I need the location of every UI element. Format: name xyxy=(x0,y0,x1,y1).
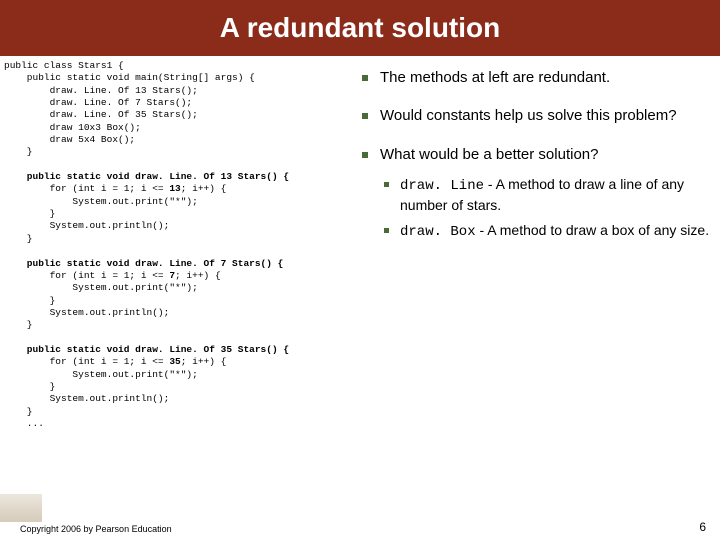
code-number: 35 xyxy=(169,356,180,367)
code-number: 13 xyxy=(169,183,180,194)
code-line: System.out.print("*"); xyxy=(4,369,198,380)
decoration-icon xyxy=(0,494,42,522)
code-line: } xyxy=(4,208,55,219)
code-line: System.out.println(); xyxy=(4,307,169,318)
copyright-text: Copyright 2006 by Pearson Education xyxy=(20,524,172,534)
code-line: System.out.println(); xyxy=(4,220,169,231)
bullet-item: The methods at left are redundant. xyxy=(358,68,712,88)
code-line: draw. Line. Of 13 Stars(); xyxy=(4,85,198,96)
code-line: for (int i = 1; i <= xyxy=(4,356,169,367)
code-line: public static void main(String[] args) { xyxy=(4,72,255,83)
code-line: } xyxy=(4,406,33,417)
page-number: 6 xyxy=(699,520,706,534)
sub-bullet-text: - A method to draw a box of any size. xyxy=(476,222,709,238)
code-line: System.out.print("*"); xyxy=(4,282,198,293)
code-line: public static void draw. Line. Of 13 Sta… xyxy=(4,171,289,182)
content-area: public class Stars1 { public static void… xyxy=(0,56,720,510)
code-block: public class Stars1 { public static void… xyxy=(4,60,358,510)
code-line: ; i++) { xyxy=(181,356,227,367)
code-line: } xyxy=(4,146,33,157)
bullet-item: Would constants help us solve this probl… xyxy=(358,106,712,126)
bullet-list: The methods at left are redundant. Would… xyxy=(358,60,712,510)
bullet-item: What would be a better solution? draw. L… xyxy=(358,145,712,242)
code-line: draw 5x4 Box(); xyxy=(4,134,135,145)
code-line: draw 10x3 Box(); xyxy=(4,122,141,133)
sub-bullet-item: draw. Line - A method to draw a line of … xyxy=(380,175,712,215)
slide-title: A redundant solution xyxy=(220,12,501,44)
code-line: draw. Line. Of 7 Stars(); xyxy=(4,97,192,108)
code-line: public class Stars1 { xyxy=(4,60,124,71)
code-line: ; i++) { xyxy=(175,270,221,281)
code-line: public static void draw. Line. Of 7 Star… xyxy=(4,258,283,269)
code-line: ; i++) { xyxy=(181,183,227,194)
code-line: } xyxy=(4,295,55,306)
code-line: } xyxy=(4,319,33,330)
code-line: draw. Line. Of 35 Stars(); xyxy=(4,109,198,120)
code-line: ... xyxy=(4,418,44,429)
code-line: for (int i = 1; i <= xyxy=(4,183,169,194)
code-term: draw. Box xyxy=(400,224,476,240)
bullet-text: What would be a better solution? xyxy=(380,146,598,163)
sub-bullet-item: draw. Box - A method to draw a box of an… xyxy=(380,221,712,242)
code-term: draw. Line xyxy=(400,178,484,194)
code-line: System.out.println(); xyxy=(4,393,169,404)
code-line: } xyxy=(4,233,33,244)
title-bar: A redundant solution xyxy=(0,0,720,56)
code-line: public static void draw. Line. Of 35 Sta… xyxy=(4,344,289,355)
code-line: } xyxy=(4,381,55,392)
code-line: for (int i = 1; i <= xyxy=(4,270,169,281)
code-line: System.out.print("*"); xyxy=(4,196,198,207)
